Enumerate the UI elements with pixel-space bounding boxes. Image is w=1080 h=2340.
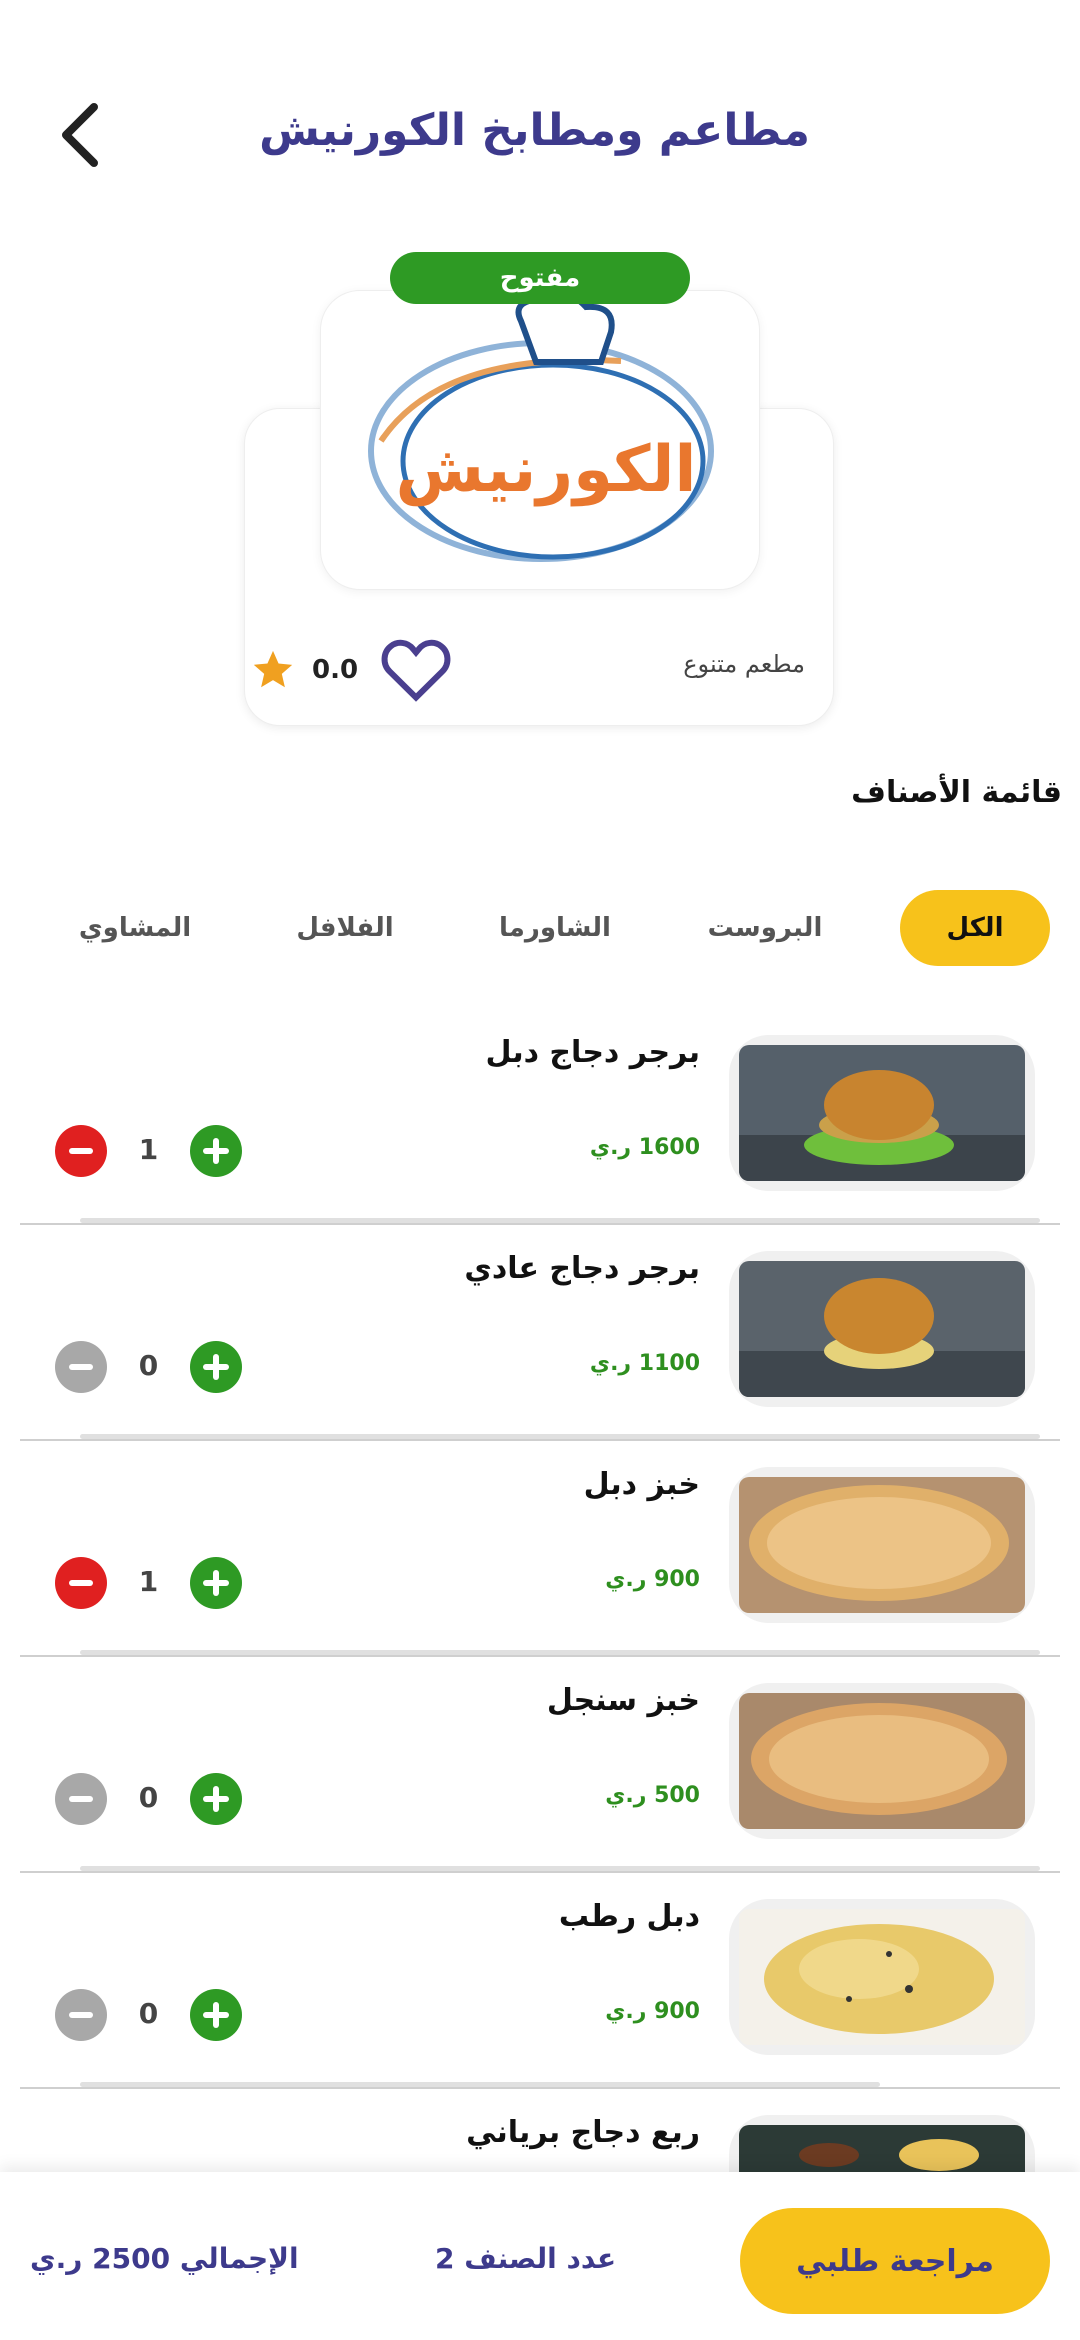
quantity-value: 1 <box>138 1565 159 1598</box>
minus-icon <box>69 1796 93 1802</box>
restaurant-type: مطعم متنوع <box>683 650 805 678</box>
item-price: 900 ر.ي <box>605 1567 700 1592</box>
plus-icon <box>203 1138 229 1164</box>
chevron-left-icon <box>62 103 98 167</box>
item-name: ربع دجاج برياني <box>466 2115 700 2150</box>
item-name: برجر دجاج عادي <box>464 1251 700 1286</box>
increase-button[interactable] <box>190 1341 242 1393</box>
decrease-button[interactable] <box>55 1989 107 2041</box>
minus-icon <box>69 2012 93 2018</box>
rating-value: 0.0 <box>312 655 359 685</box>
section-title: قائمة الأصناف <box>851 775 1062 810</box>
page-title: مطاعم ومطابخ الكورنيش <box>259 105 810 156</box>
divider <box>20 1223 1060 1225</box>
item-price: 1100 ر.ي <box>589 1351 700 1376</box>
logo-text: الكورنيش <box>396 433 697 507</box>
quantity-value: 1 <box>138 1133 159 1166</box>
quantity-stepper: 0 <box>55 1341 245 1393</box>
minus-icon <box>69 1148 93 1154</box>
increase-button[interactable] <box>190 1557 242 1609</box>
tab-broast[interactable]: البروست <box>700 890 830 966</box>
minus-icon <box>69 1580 93 1586</box>
quantity-stepper: 1 <box>55 1125 245 1177</box>
plus-icon <box>203 1354 229 1380</box>
increase-button[interactable] <box>190 1125 242 1177</box>
item-count: عدد الصنف 2 <box>435 2242 617 2275</box>
tab-all[interactable]: الكل <box>900 890 1050 966</box>
item-price: 1600 ر.ي <box>589 1135 700 1160</box>
decrease-button[interactable] <box>55 1341 107 1393</box>
quantity-value: 0 <box>138 1781 159 1814</box>
divider <box>20 1439 1060 1441</box>
item-price: 500 ر.ي <box>605 1783 700 1808</box>
increase-button[interactable] <box>190 1989 242 2041</box>
item-name: برجر دجاج دبل <box>485 1035 700 1070</box>
decrease-button[interactable] <box>55 1125 107 1177</box>
quantity-value: 0 <box>138 1997 159 2030</box>
tab-falafel[interactable]: الفلافل <box>280 890 410 966</box>
quantity-stepper: 0 <box>55 1773 245 1825</box>
back-button[interactable] <box>50 95 110 175</box>
status-badge: مفتوح <box>390 252 690 304</box>
heart-icon <box>381 639 451 702</box>
item-image <box>739 1477 1025 1613</box>
quantity-stepper: 1 <box>55 1557 245 1609</box>
cart-total: الإجمالي 2500 ر.ي <box>30 2242 299 2275</box>
quantity-value: 0 <box>138 1349 159 1382</box>
rating: 0.0 <box>250 640 358 700</box>
plus-icon <box>203 1786 229 1812</box>
plus-icon <box>203 2002 229 2028</box>
item-name: خبز دبل <box>583 1467 700 1502</box>
decrease-button[interactable] <box>55 1557 107 1609</box>
divider <box>20 2087 1060 2089</box>
list-item[interactable]: دبل رطب 900 ر.ي 0 <box>0 1889 1080 2105</box>
item-name: دبل رطب <box>558 1899 700 1934</box>
item-image <box>739 1909 1025 2045</box>
item-name: خبز سنجل <box>546 1683 700 1718</box>
plus-icon <box>203 1570 229 1596</box>
restaurant-logo: الكورنيش <box>320 290 760 590</box>
divider <box>20 1871 1060 1873</box>
category-tabs: الكل البروست الشاورما الفلافل المشاوي <box>0 890 1080 970</box>
review-order-button[interactable]: مراجعة طلبي <box>740 2208 1050 2314</box>
list-item[interactable]: برجر دجاج دبل 1600 ر.ي 1 <box>0 1025 1080 1241</box>
minus-icon <box>69 1364 93 1370</box>
list-item[interactable]: خبز سنجل 500 ر.ي 0 <box>0 1673 1080 1889</box>
list-item[interactable]: برجر دجاج عادي 1100 ر.ي 0 <box>0 1241 1080 1457</box>
item-image <box>739 1261 1025 1397</box>
item-image <box>739 1045 1025 1181</box>
tab-grills[interactable]: المشاوي <box>70 890 200 966</box>
quantity-stepper: 0 <box>55 1989 245 2041</box>
app-header: مطاعم ومطابخ الكورنيش <box>0 0 1080 230</box>
star-icon <box>253 650 293 688</box>
decrease-button[interactable] <box>55 1773 107 1825</box>
favorite-button[interactable] <box>380 636 452 706</box>
tab-shawarma[interactable]: الشاورما <box>490 890 620 966</box>
divider <box>20 1655 1060 1657</box>
list-item[interactable]: خبز دبل 900 ر.ي 1 <box>0 1457 1080 1673</box>
increase-button[interactable] <box>190 1773 242 1825</box>
item-image <box>739 1693 1025 1829</box>
cart-bar: الإجمالي 2500 ر.ي عدد الصنف 2 مراجعة طلب… <box>0 2172 1080 2340</box>
item-price: 900 ر.ي <box>605 1999 700 2024</box>
